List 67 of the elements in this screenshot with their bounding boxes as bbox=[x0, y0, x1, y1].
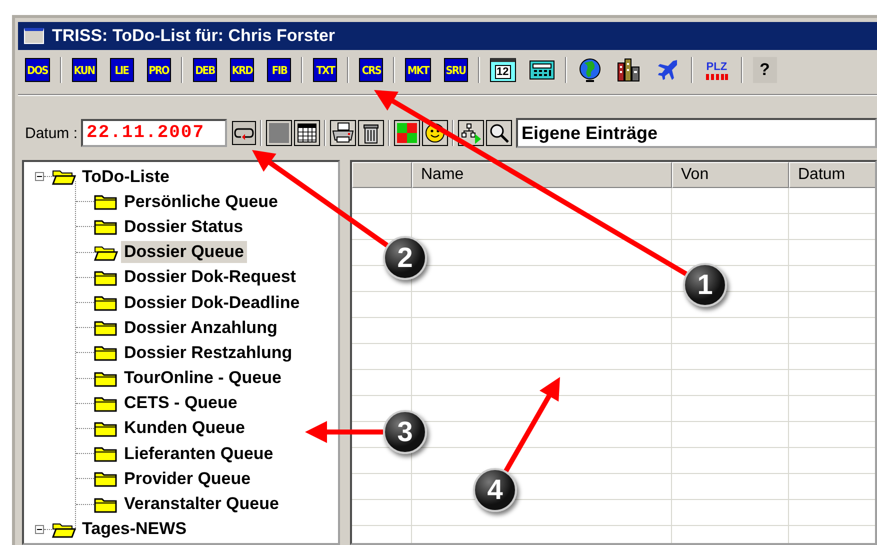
tree-item[interactable]: Provider Queue bbox=[121, 468, 254, 490]
filter-dropdown[interactable]: Eigene Einträge bbox=[516, 118, 877, 148]
tree-item[interactable]: Dossier Queue bbox=[121, 241, 247, 264]
module-button[interactable]: DOS bbox=[25, 58, 50, 82]
folder-icon bbox=[94, 344, 118, 362]
module-button[interactable]: DEB bbox=[192, 58, 217, 82]
module-button[interactable]: SRU bbox=[444, 58, 468, 82]
date-field[interactable]: 22.11.2007 bbox=[80, 119, 227, 147]
tree-item[interactable]: Dossier Dok-Deadline bbox=[121, 292, 303, 314]
column-header[interactable]: Name bbox=[412, 162, 672, 188]
module-button[interactable]: LIE bbox=[110, 58, 134, 82]
trash-icon[interactable] bbox=[358, 120, 384, 146]
window-title: TRISS: ToDo-List für: Chris Forster bbox=[52, 26, 336, 46]
module-button[interactable]: TXT bbox=[313, 58, 338, 82]
folder-icon bbox=[94, 319, 118, 336]
open-folder-icon bbox=[94, 244, 118, 261]
refresh-icon[interactable] bbox=[232, 121, 256, 145]
search-icon[interactable] bbox=[486, 120, 512, 146]
tree-item[interactable]: CETS - Queue bbox=[121, 392, 240, 414]
column-header[interactable]: Von bbox=[672, 162, 789, 188]
calendar-icon[interactable]: 12 bbox=[490, 58, 516, 82]
table-icon[interactable] bbox=[294, 120, 320, 146]
folder-icon bbox=[94, 294, 118, 312]
collapse-toggle[interactable] bbox=[35, 524, 44, 534]
postcode-button[interactable]: PLZ bbox=[702, 57, 731, 83]
folder-icon bbox=[94, 268, 118, 286]
tree-item[interactable]: ToDo-Liste bbox=[79, 166, 173, 188]
tree-item[interactable]: Dossier Status bbox=[121, 216, 246, 238]
module-button[interactable]: KUN bbox=[72, 58, 97, 82]
module-button[interactable]: KRD bbox=[230, 58, 254, 82]
tree-item[interactable]: Veranstalter Queue bbox=[121, 493, 282, 516]
folder-icon bbox=[94, 470, 118, 488]
printer-icon[interactable] bbox=[330, 120, 356, 146]
module-button[interactable]: PRO bbox=[146, 58, 171, 82]
module-button[interactable]: CRS bbox=[359, 58, 384, 82]
filled-square-icon[interactable] bbox=[266, 120, 292, 146]
module-button[interactable]: MKT bbox=[405, 58, 431, 82]
tree-item[interactable]: Dossier Dok-Request bbox=[121, 266, 299, 288]
collapse-toggle[interactable] bbox=[35, 172, 44, 182]
calculator-icon[interactable] bbox=[528, 58, 555, 82]
help-button[interactable]: ? bbox=[752, 57, 777, 83]
folder-icon bbox=[94, 394, 118, 412]
window-icon bbox=[24, 28, 44, 44]
open-folder-icon bbox=[52, 520, 76, 538]
open-folder-icon bbox=[52, 168, 76, 186]
folder-icon bbox=[94, 218, 118, 236]
folder-icon bbox=[94, 420, 118, 437]
tree-item[interactable]: Kunden Queue bbox=[121, 417, 248, 440]
tree-item[interactable]: Persönliche Queue bbox=[121, 190, 281, 213]
folder-icon bbox=[94, 496, 118, 513]
tree-item[interactable]: Tages-NEWS bbox=[79, 518, 190, 540]
buildings-icon[interactable] bbox=[616, 57, 642, 83]
module-button[interactable]: FIB bbox=[267, 58, 292, 82]
folder-icon bbox=[94, 445, 118, 462]
tree-item[interactable]: Dossier Anzahlung bbox=[121, 316, 280, 339]
folder-icon bbox=[94, 370, 118, 387]
globe-icon[interactable] bbox=[576, 57, 603, 83]
tree-item[interactable]: Dossier Restzahlung bbox=[121, 342, 296, 364]
tree-item[interactable]: TourOnline - Queue bbox=[121, 367, 284, 390]
hierarchy-play-icon[interactable] bbox=[458, 120, 484, 146]
date-label: Datum : bbox=[25, 124, 78, 142]
color-squares-icon[interactable] bbox=[394, 120, 420, 146]
folder-icon bbox=[94, 193, 118, 210]
tree-item[interactable]: Lieferanten Queue bbox=[121, 442, 276, 465]
calendar-day: 12 bbox=[494, 64, 511, 78]
bar-strip-icon bbox=[706, 74, 728, 80]
column-header[interactable]: Datum bbox=[789, 162, 875, 188]
